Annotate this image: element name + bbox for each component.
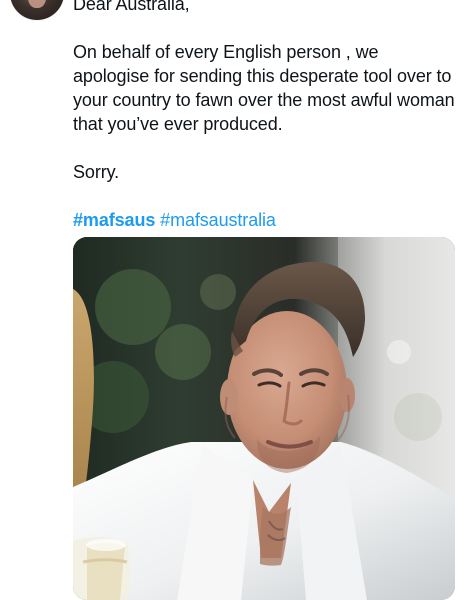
tweet-greeting: Dear Australia, [73,0,190,14]
avatar-face [28,0,46,8]
hashtag-link-mafsaus[interactable]: #mafsaus [73,210,155,230]
hashtag-list: #mafsaus #mafsaustralia [73,208,455,232]
photo-illustration [73,237,455,600]
hashtag-link-mafsaustralia[interactable]: #mafsaustralia [160,210,276,230]
author-avatar[interactable] [10,0,64,20]
tweet-signoff: Sorry. [73,162,120,182]
tweet-photo[interactable] [73,237,455,600]
tweet-text: Dear Australia, On behalf of every Engli… [73,0,455,232]
tweet-body: On behalf of every English person , we a… [73,42,455,134]
